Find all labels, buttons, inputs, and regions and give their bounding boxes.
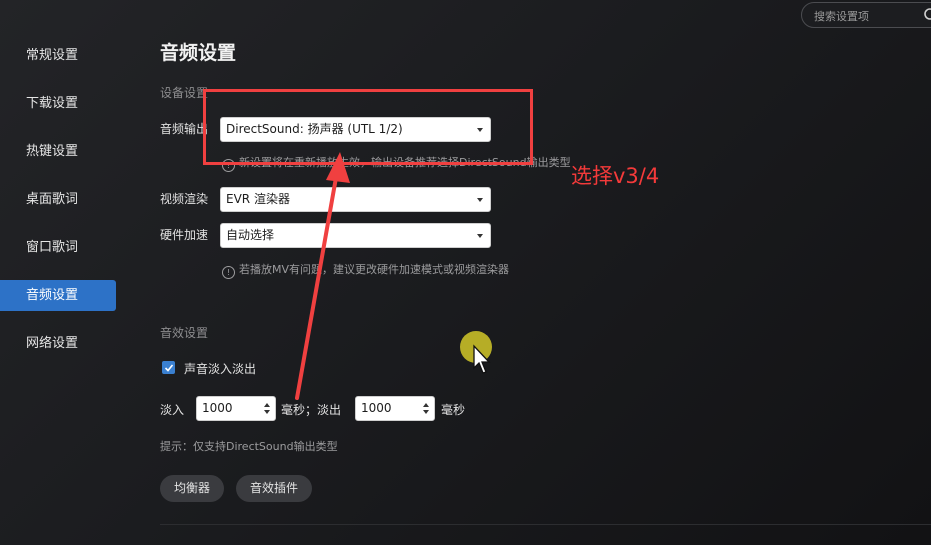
mouse-cursor-icon bbox=[473, 344, 491, 374]
annotation-arrow-icon bbox=[295, 152, 350, 400]
